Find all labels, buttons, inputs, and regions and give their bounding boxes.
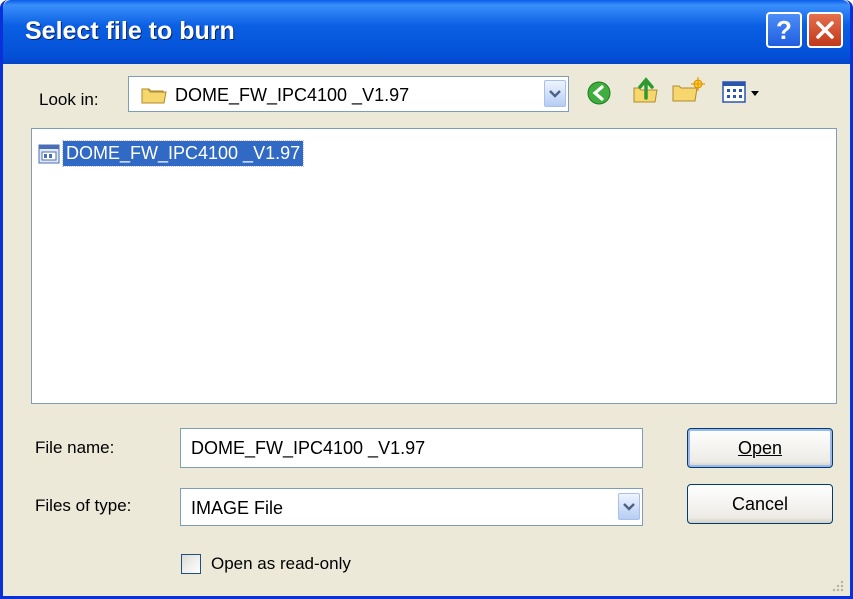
view-menu-icon (722, 81, 759, 103)
back-button[interactable] (586, 80, 612, 111)
back-arrow-icon (587, 81, 611, 105)
file-list[interactable]: DOME_FW_IPC4100 _V1.97 (31, 128, 837, 404)
open-button[interactable]: Open (687, 428, 833, 468)
file-name-label-text: File name: (35, 438, 115, 457)
file-name-label: DOME_FW_IPC4100 _V1.97 (61, 140, 305, 167)
close-icon (816, 21, 834, 39)
file-name-value: DOME_FW_IPC4100 _V1.97 (191, 438, 426, 458)
cancel-button-label: Cancel (731, 493, 789, 514)
cancel-button[interactable]: Cancel (687, 484, 833, 524)
help-button[interactable]: ? (766, 12, 802, 48)
title-bar[interactable]: Select file to burn ? (3, 0, 850, 64)
folder-icon (141, 88, 167, 104)
chevron-down-icon (549, 89, 561, 98)
open-button-label: Open (737, 437, 783, 458)
up-one-level-button[interactable] (631, 76, 661, 111)
chevron-down-icon (623, 502, 635, 511)
read-only-checkbox[interactable] (181, 554, 201, 574)
resize-grip-icon[interactable] (830, 578, 844, 592)
new-folder-icon (672, 77, 705, 102)
look-in-value: DOME_FW_IPC4100 _V1.97 (175, 85, 410, 105)
up-folder-icon (633, 77, 658, 103)
dialog-title: Select file to burn (25, 17, 235, 45)
files-of-type-value: IMAGE File (191, 498, 284, 518)
files-of-type-dropdown-button[interactable] (618, 493, 640, 520)
files-of-type-label: Files of type: (35, 496, 132, 515)
view-menu-button[interactable] (722, 81, 768, 110)
look-in-label: Look in: (39, 90, 99, 109)
file-icon (38, 144, 60, 163)
new-folder-button[interactable] (671, 77, 705, 110)
close-button[interactable] (807, 12, 843, 48)
look-in-combo[interactable]: DOME_FW_IPC4100 _V1.97 (128, 76, 569, 112)
files-of-type-select[interactable]: IMAGE File (180, 488, 643, 526)
read-only-label[interactable]: Open as read-only (211, 554, 351, 574)
file-list-item[interactable]: DOME_FW_IPC4100 _V1.97 (38, 140, 305, 167)
help-icon: ? (776, 14, 792, 45)
look-in-dropdown-button[interactable] (544, 80, 566, 107)
file-name-field[interactable]: DOME_FW_IPC4100 _V1.97 (180, 428, 643, 468)
file-dialog: Select file to burn ? Look in: DOME_FW_I… (0, 0, 853, 599)
